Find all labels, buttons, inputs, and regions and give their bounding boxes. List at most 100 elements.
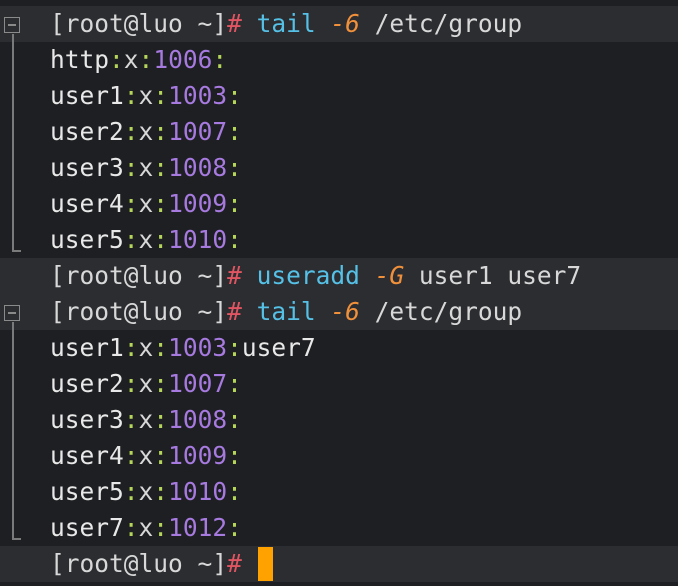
field-separator: : <box>153 441 169 470</box>
prompt-open-bracket: [ <box>50 261 65 290</box>
group-entry-line: user7:x:1012: <box>0 510 678 546</box>
group-password: x <box>138 153 154 182</box>
text-cursor[interactable] <box>257 547 273 581</box>
prompt-user-host: root@luo <box>64 297 183 326</box>
field-separator: : <box>153 513 169 542</box>
prompt-dir: ~ <box>197 549 213 578</box>
field-separator: : <box>153 477 169 506</box>
group-name: user2 <box>50 117 124 146</box>
prompt-symbol: # <box>227 261 242 290</box>
command-name: tail <box>256 297 316 326</box>
field-separator: : <box>153 117 169 146</box>
field-separator: : <box>109 45 124 74</box>
prompt-dir: ~ <box>197 9 213 38</box>
group-password: x <box>138 513 154 542</box>
group-id: 1012 <box>168 513 228 542</box>
prompt-close-bracket: ] <box>212 9 228 38</box>
group-name: http <box>50 45 110 74</box>
group-entry-line-text: user1:x:1003: <box>50 78 242 114</box>
field-separator: : <box>123 153 139 182</box>
group-entry-line: user3:x:1008: <box>0 402 678 438</box>
command-option: -6 <box>330 297 360 326</box>
group-entry-line-text: http:x:1006: <box>50 42 227 78</box>
field-separator: : <box>153 225 169 254</box>
prompt-line-text: [root@luo ~]# tail -6 /etc/group <box>50 294 522 330</box>
field-separator: : <box>123 369 139 398</box>
field-separator: : <box>227 441 242 470</box>
field-separator: : <box>227 153 242 182</box>
group-id: 1007 <box>168 369 228 398</box>
group-password: x <box>138 225 154 254</box>
field-separator: : <box>212 45 228 74</box>
group-password: x <box>138 441 154 470</box>
field-separator: : <box>227 369 242 398</box>
prompt-line: [root@luo ~]# tail -6 /etc/group <box>0 6 678 42</box>
prompt-line: [root@luo ~]# tail -6 /etc/group <box>0 294 678 330</box>
prompt-line-text: [root@luo ~]# tail -6 /etc/group <box>50 6 522 42</box>
prompt-symbol: # <box>227 297 242 326</box>
prompt-open-bracket: [ <box>50 297 65 326</box>
group-password: x <box>138 477 154 506</box>
prompt-user-host: root@luo <box>64 261 183 290</box>
group-entry-line-text: user4:x:1009: <box>50 186 242 222</box>
group-id: 1010 <box>168 225 228 254</box>
group-name: user3 <box>50 153 124 182</box>
field-separator: : <box>153 405 169 434</box>
field-separator: : <box>153 153 169 182</box>
group-password: x <box>138 117 154 146</box>
prompt-line: [root@luo ~]# useradd -G user1 user7 <box>0 258 678 294</box>
field-separator: : <box>123 477 139 506</box>
command-option: -6 <box>330 9 360 38</box>
group-name: user1 <box>50 81 124 110</box>
group-password: x <box>138 369 154 398</box>
collapse-minus-icon[interactable] <box>4 17 20 33</box>
field-separator: : <box>153 333 169 362</box>
collapse-minus-icon[interactable] <box>4 305 20 321</box>
field-separator: : <box>227 513 242 542</box>
prompt-line-text: [root@luo ~]# useradd -G user1 user7 <box>50 258 581 294</box>
field-separator: : <box>227 477 242 506</box>
group-id: 1003 <box>168 333 228 362</box>
field-separator: : <box>227 117 242 146</box>
prompt-open-bracket: [ <box>50 549 65 578</box>
command-name: tail <box>256 9 316 38</box>
prompt-close-bracket: ] <box>212 297 228 326</box>
group-id: 1003 <box>168 81 228 110</box>
field-separator: : <box>153 81 169 110</box>
field-separator: : <box>123 117 139 146</box>
group-name: user4 <box>50 441 124 470</box>
command-option: -G <box>374 261 405 290</box>
prompt-dir: ~ <box>197 297 213 326</box>
group-entry-line: user4:x:1009: <box>0 186 678 222</box>
command-name: useradd <box>256 261 360 290</box>
prompt-close-bracket: ] <box>212 261 228 290</box>
fold-guide-line <box>12 34 14 250</box>
terminal-window[interactable]: [root@luo ~]# tail -6 /etc/group http:x:1… <box>0 0 678 586</box>
group-name: user3 <box>50 405 124 434</box>
group-entry-line: user1:x:1003: <box>0 78 678 114</box>
group-password: x <box>138 333 154 362</box>
group-id: 1009 <box>168 441 228 470</box>
group-entry-line: user3:x:1008: <box>0 150 678 186</box>
group-entry-line-text: user5:x:1010: <box>50 474 242 510</box>
group-name: user5 <box>50 225 124 254</box>
group-password: x <box>138 189 154 218</box>
prompt-symbol: # <box>227 9 242 38</box>
prompt-user-host: root@luo <box>64 9 183 38</box>
group-entry-line-text: user2:x:1007: <box>50 114 242 150</box>
field-separator: : <box>123 81 139 110</box>
group-entry-line-text: user2:x:1007: <box>50 366 242 402</box>
group-entry-line-text: user3:x:1008: <box>50 402 242 438</box>
prompt-user-host: root@luo <box>64 549 183 578</box>
prompt-close-bracket: ] <box>212 549 228 578</box>
prompt-dir: ~ <box>197 261 213 290</box>
field-separator: : <box>123 189 139 218</box>
field-separator: : <box>123 225 139 254</box>
field-separator: : <box>227 333 242 362</box>
group-id: 1010 <box>168 477 228 506</box>
field-separator: : <box>153 369 169 398</box>
group-id: 1008 <box>168 153 228 182</box>
group-entry-line: user4:x:1009: <box>0 438 678 474</box>
field-separator: : <box>123 405 139 434</box>
group-entry-line: user2:x:1007: <box>0 366 678 402</box>
